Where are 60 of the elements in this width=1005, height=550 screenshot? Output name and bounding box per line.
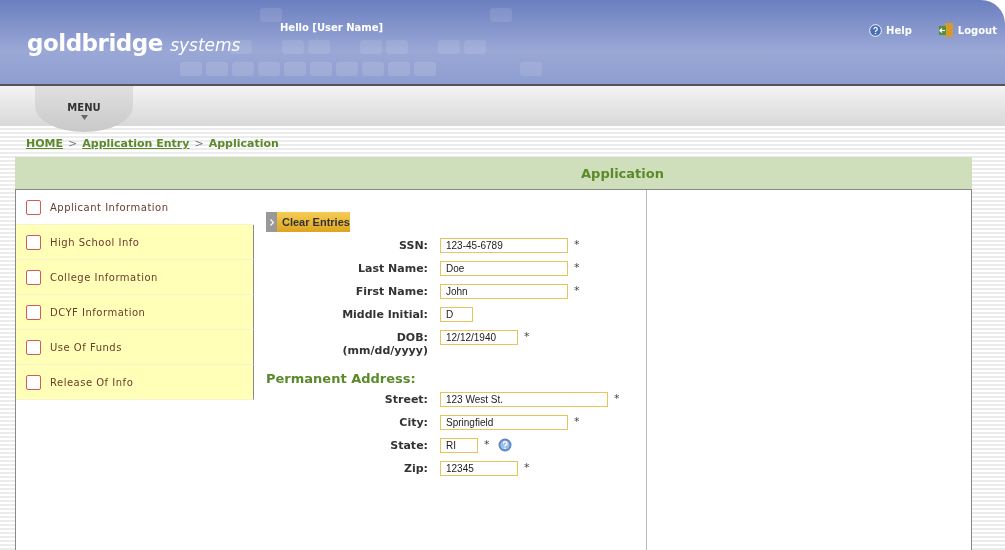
- breadcrumb-link[interactable]: Application Entry: [82, 137, 190, 157]
- required-mark: *: [614, 392, 620, 405]
- sidebar-item[interactable]: Use Of Funds: [16, 330, 254, 365]
- required-mark: *: [574, 238, 580, 251]
- input-field[interactable]: Springfield: [440, 415, 568, 430]
- breadcrumb-separator: >: [194, 137, 204, 152]
- required-mark: *: [484, 438, 490, 451]
- caret-icon: [80, 115, 88, 120]
- sidebar-label: Use Of Funds: [50, 341, 122, 353]
- field-label: State:: [390, 439, 428, 452]
- clear-entries-button[interactable]: Clear Entries: [266, 212, 350, 232]
- input-field[interactable]: 12345: [440, 461, 518, 476]
- help-icon[interactable]: [497, 438, 512, 452]
- sidebar-label: College Information: [50, 271, 158, 283]
- input-field[interactable]: John: [440, 284, 568, 299]
- checkbox[interactable]: [26, 199, 41, 215]
- input-field[interactable]: 12/12/1940: [440, 330, 518, 345]
- input-field[interactable]: 123 West St.: [440, 392, 608, 407]
- greeting: Hello [User Name]: [280, 22, 384, 33]
- field-label: Zip:: [403, 462, 428, 475]
- input-field[interactable]: 123-45-6789: [440, 238, 568, 253]
- checkbox[interactable]: [26, 234, 41, 250]
- sidebar-label: High School Info: [50, 236, 140, 248]
- sidebar-label: DCYF Information: [50, 306, 146, 318]
- field-label: First Name:: [355, 285, 428, 298]
- required-mark: *: [574, 284, 580, 297]
- section-heading: Permanent Address:: [266, 371, 417, 386]
- field-hint: (mm/dd/yyyy): [342, 344, 428, 357]
- input-field[interactable]: RI: [440, 438, 478, 453]
- sidebar-label: Applicant Information: [50, 201, 169, 213]
- help-icon: [869, 23, 883, 37]
- sidebar-label: Release Of Info: [50, 376, 134, 388]
- required-mark: *: [574, 415, 580, 428]
- field-label: Last Name:: [357, 262, 428, 275]
- checkbox[interactable]: [26, 339, 41, 355]
- field-label: SSN:: [399, 239, 428, 252]
- input-field[interactable]: Doe: [440, 261, 568, 276]
- sidebar-item[interactable]: Release Of Info: [16, 365, 254, 400]
- sidebar-item[interactable]: DCYF Information: [16, 295, 254, 330]
- required-mark: *: [524, 330, 530, 343]
- input-field[interactable]: D: [440, 307, 473, 322]
- field-label: City:: [399, 416, 428, 429]
- required-mark: *: [574, 261, 580, 274]
- brand-logo: goldbridge systems: [27, 30, 241, 56]
- field-label: DOB:: [396, 331, 428, 344]
- breadcrumb-current: Application: [208, 137, 279, 152]
- checkbox[interactable]: [26, 269, 41, 285]
- checkbox[interactable]: [26, 304, 41, 320]
- field-label: Street:: [384, 393, 428, 406]
- breadcrumb-link[interactable]: HOME: [26, 137, 64, 157]
- required-mark: *: [524, 461, 530, 474]
- menu-button[interactable]: MENU: [35, 86, 133, 132]
- chevron-icon: [269, 218, 274, 226]
- door-icon: [937, 22, 954, 38]
- field-label: Middle Initial:: [342, 308, 428, 321]
- sidebar-item[interactable]: College Information: [16, 260, 254, 295]
- checkbox[interactable]: [26, 374, 41, 390]
- panel-title: Application: [581, 165, 664, 181]
- breadcrumb-separator: >: [68, 137, 78, 152]
- sidebar-item[interactable]: High School Info: [16, 225, 254, 260]
